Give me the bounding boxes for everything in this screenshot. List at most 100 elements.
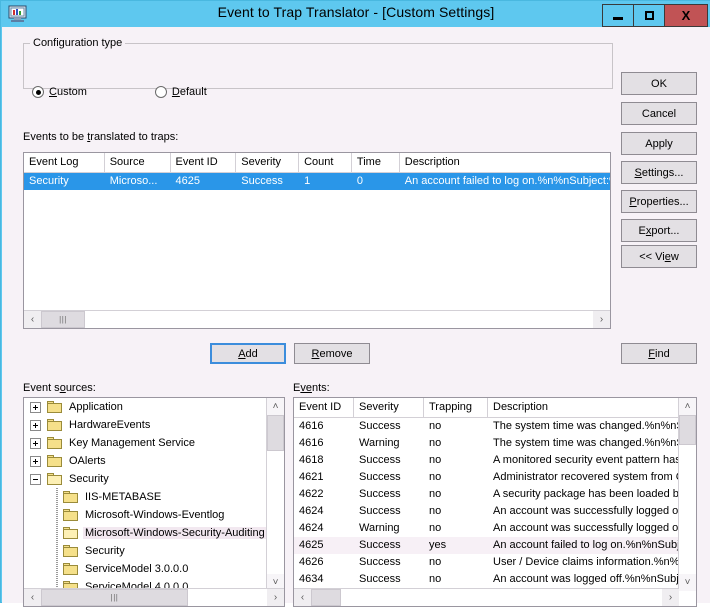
hscroll-track[interactable] xyxy=(85,311,593,328)
maximize-button[interactable] xyxy=(633,4,665,27)
cell-trapping: yes xyxy=(429,539,447,551)
events-hscrollbar[interactable]: ‹ › xyxy=(294,588,679,606)
table-row[interactable]: 4624 Warning no An account was successfully… xyxy=(294,520,679,537)
scroll-up-icon[interactable]: ˄ xyxy=(679,398,696,415)
traps-list-header: Event Log Source Event ID Severity Count… xyxy=(24,153,610,173)
table-row[interactable]: Security Microso... 4625 Success 1 0 An … xyxy=(24,173,610,190)
configuration-type-groupbox xyxy=(23,43,613,89)
events-vscrollbar[interactable]: ˄ ˅ xyxy=(678,398,696,591)
settings-button[interactable]: Settings... xyxy=(621,161,697,184)
table-row[interactable]: 4625 Success yes An account failed to log o… xyxy=(294,537,679,554)
view-button[interactable]: << View xyxy=(621,245,697,268)
tree-item[interactable]: Security xyxy=(24,470,268,488)
tree-item[interactable]: Application xyxy=(24,398,268,416)
tree-item-label: OAlerts xyxy=(69,455,106,467)
events-body: Event ID Severity Trapping Description 4… xyxy=(294,398,679,589)
table-row[interactable]: 4616 Success no The system time was changed… xyxy=(294,418,679,435)
expand-icon[interactable] xyxy=(30,419,41,431)
tree-item[interactable]: Key Management Service xyxy=(24,434,268,452)
scroll-left-icon[interactable]: ‹ xyxy=(24,589,41,606)
find-button[interactable]: Find xyxy=(621,343,697,364)
table-row[interactable]: 4634 Success no An account was logged off.%… xyxy=(294,571,679,588)
collapse-icon[interactable] xyxy=(30,473,41,485)
folder-open-icon xyxy=(63,526,79,540)
radio-custom[interactable]: Custom xyxy=(32,86,87,98)
tree-item[interactable]: Security xyxy=(24,542,268,560)
scroll-down-icon[interactable]: ˅ xyxy=(679,574,696,591)
event-sources-treeview[interactable]: Application HardwareEvents Key Management … xyxy=(23,397,285,607)
column-header-severity[interactable]: Severity xyxy=(354,398,424,417)
table-row[interactable]: 4618 Success no A monitored security event … xyxy=(294,452,679,469)
tree-hscroll-track[interactable] xyxy=(188,589,267,606)
column-header-event-log[interactable]: Event Log xyxy=(24,153,105,172)
traps-list-hscrollbar[interactable]: ‹ ||| › xyxy=(24,310,610,328)
events-vscroll-thumb[interactable] xyxy=(679,415,696,445)
ok-button[interactable]: OK xyxy=(621,72,697,95)
scroll-right-icon[interactable]: › xyxy=(593,311,610,328)
column-header-event-id[interactable]: Event ID xyxy=(294,398,354,417)
tree-item[interactable]: ServiceModel 3.0.0.0 xyxy=(24,560,268,578)
apply-button[interactable]: Apply xyxy=(621,132,697,155)
remove-button[interactable]: Remove xyxy=(294,343,370,364)
cell-severity: Success xyxy=(359,505,401,517)
events-hscroll-track[interactable] xyxy=(341,589,662,606)
column-header-time[interactable]: Time xyxy=(352,153,400,172)
table-row[interactable]: 4616 Warning no The system time was changed… xyxy=(294,435,679,452)
cell-severity: Success xyxy=(359,471,401,483)
tree-item[interactable]: OAlerts xyxy=(24,452,268,470)
column-header-description[interactable]: Description xyxy=(488,398,679,417)
scroll-right-icon[interactable]: › xyxy=(267,589,284,606)
events-vscroll-track[interactable] xyxy=(679,445,696,574)
radio-default[interactable]: Default xyxy=(154,86,207,98)
export-button[interactable]: Export... xyxy=(621,219,697,242)
scroll-left-icon[interactable]: ‹ xyxy=(294,589,311,606)
column-header-event-id[interactable]: Event ID xyxy=(171,153,237,172)
add-button[interactable]: Add xyxy=(210,343,286,364)
column-header-description[interactable]: Description xyxy=(400,153,610,172)
events-listview[interactable]: Event ID Severity Trapping Description 4… xyxy=(293,397,697,607)
scroll-right-icon[interactable]: › xyxy=(662,589,679,606)
tree-item[interactable]: HardwareEvents xyxy=(24,416,268,434)
cell-severity: Success xyxy=(359,420,401,432)
tree-connector-icon xyxy=(50,524,63,542)
tree-hscroll-thumb[interactable]: ||| xyxy=(41,589,188,606)
folder-closed-icon xyxy=(63,562,79,576)
scroll-left-icon[interactable]: ‹ xyxy=(24,311,41,328)
tree-vscroll-track[interactable] xyxy=(267,451,284,574)
cell-severity: Warning xyxy=(359,522,400,534)
configuration-type-options: Custom Default xyxy=(32,86,275,98)
column-header-severity[interactable]: Severity xyxy=(236,153,300,172)
table-row[interactable]: 4621 Success no Administrator recovered sys… xyxy=(294,469,679,486)
cell-event-log: Security xyxy=(29,175,69,187)
table-row[interactable]: 4624 Success no An account was successfully… xyxy=(294,503,679,520)
expand-icon[interactable] xyxy=(30,437,41,449)
cell-description: The system time was changed.%n%nS xyxy=(493,437,679,449)
properties-button[interactable]: Properties... xyxy=(621,190,697,213)
tree-item-label: Security xyxy=(85,545,125,557)
minimize-button[interactable] xyxy=(602,4,634,27)
close-button[interactable]: X xyxy=(664,4,708,27)
tree-hscrollbar[interactable]: ‹ ||| › xyxy=(24,588,284,606)
table-row[interactable]: 4622 Success no A security package has been… xyxy=(294,486,679,503)
expand-icon[interactable] xyxy=(30,455,41,467)
cell-source: Microso... xyxy=(109,175,158,187)
title-bar: Event to Trap Translator - [Custom Setti… xyxy=(1,1,710,27)
events-hscroll-thumb[interactable] xyxy=(311,589,341,606)
hscroll-thumb[interactable]: ||| xyxy=(41,311,85,328)
translated-traps-listview[interactable]: Event Log Source Event ID Severity Count… xyxy=(23,152,611,329)
column-header-source[interactable]: Source xyxy=(105,153,171,172)
tree-item[interactable]: Microsoft-Windows-Security-Auditing xyxy=(24,524,268,542)
cell-trapping: no xyxy=(429,556,442,568)
tree-vscrollbar[interactable]: ˄ ˅ xyxy=(266,398,284,591)
scroll-up-icon[interactable]: ˄ xyxy=(267,398,284,415)
expand-icon[interactable] xyxy=(30,401,41,413)
tree-item[interactable]: Microsoft-Windows-Eventlog xyxy=(24,506,268,524)
table-row[interactable]: 4626 Success no User / Device claims inform… xyxy=(294,554,679,571)
tree-vscroll-thumb[interactable] xyxy=(267,415,284,451)
tree-item[interactable]: IIS-METABASE xyxy=(24,488,268,506)
folder-closed-icon xyxy=(47,400,63,414)
cancel-button[interactable]: Cancel xyxy=(621,102,697,125)
event-sources-label: Event sources: xyxy=(23,382,96,394)
column-header-count[interactable]: Count xyxy=(299,153,352,172)
column-header-trapping[interactable]: Trapping xyxy=(424,398,488,417)
